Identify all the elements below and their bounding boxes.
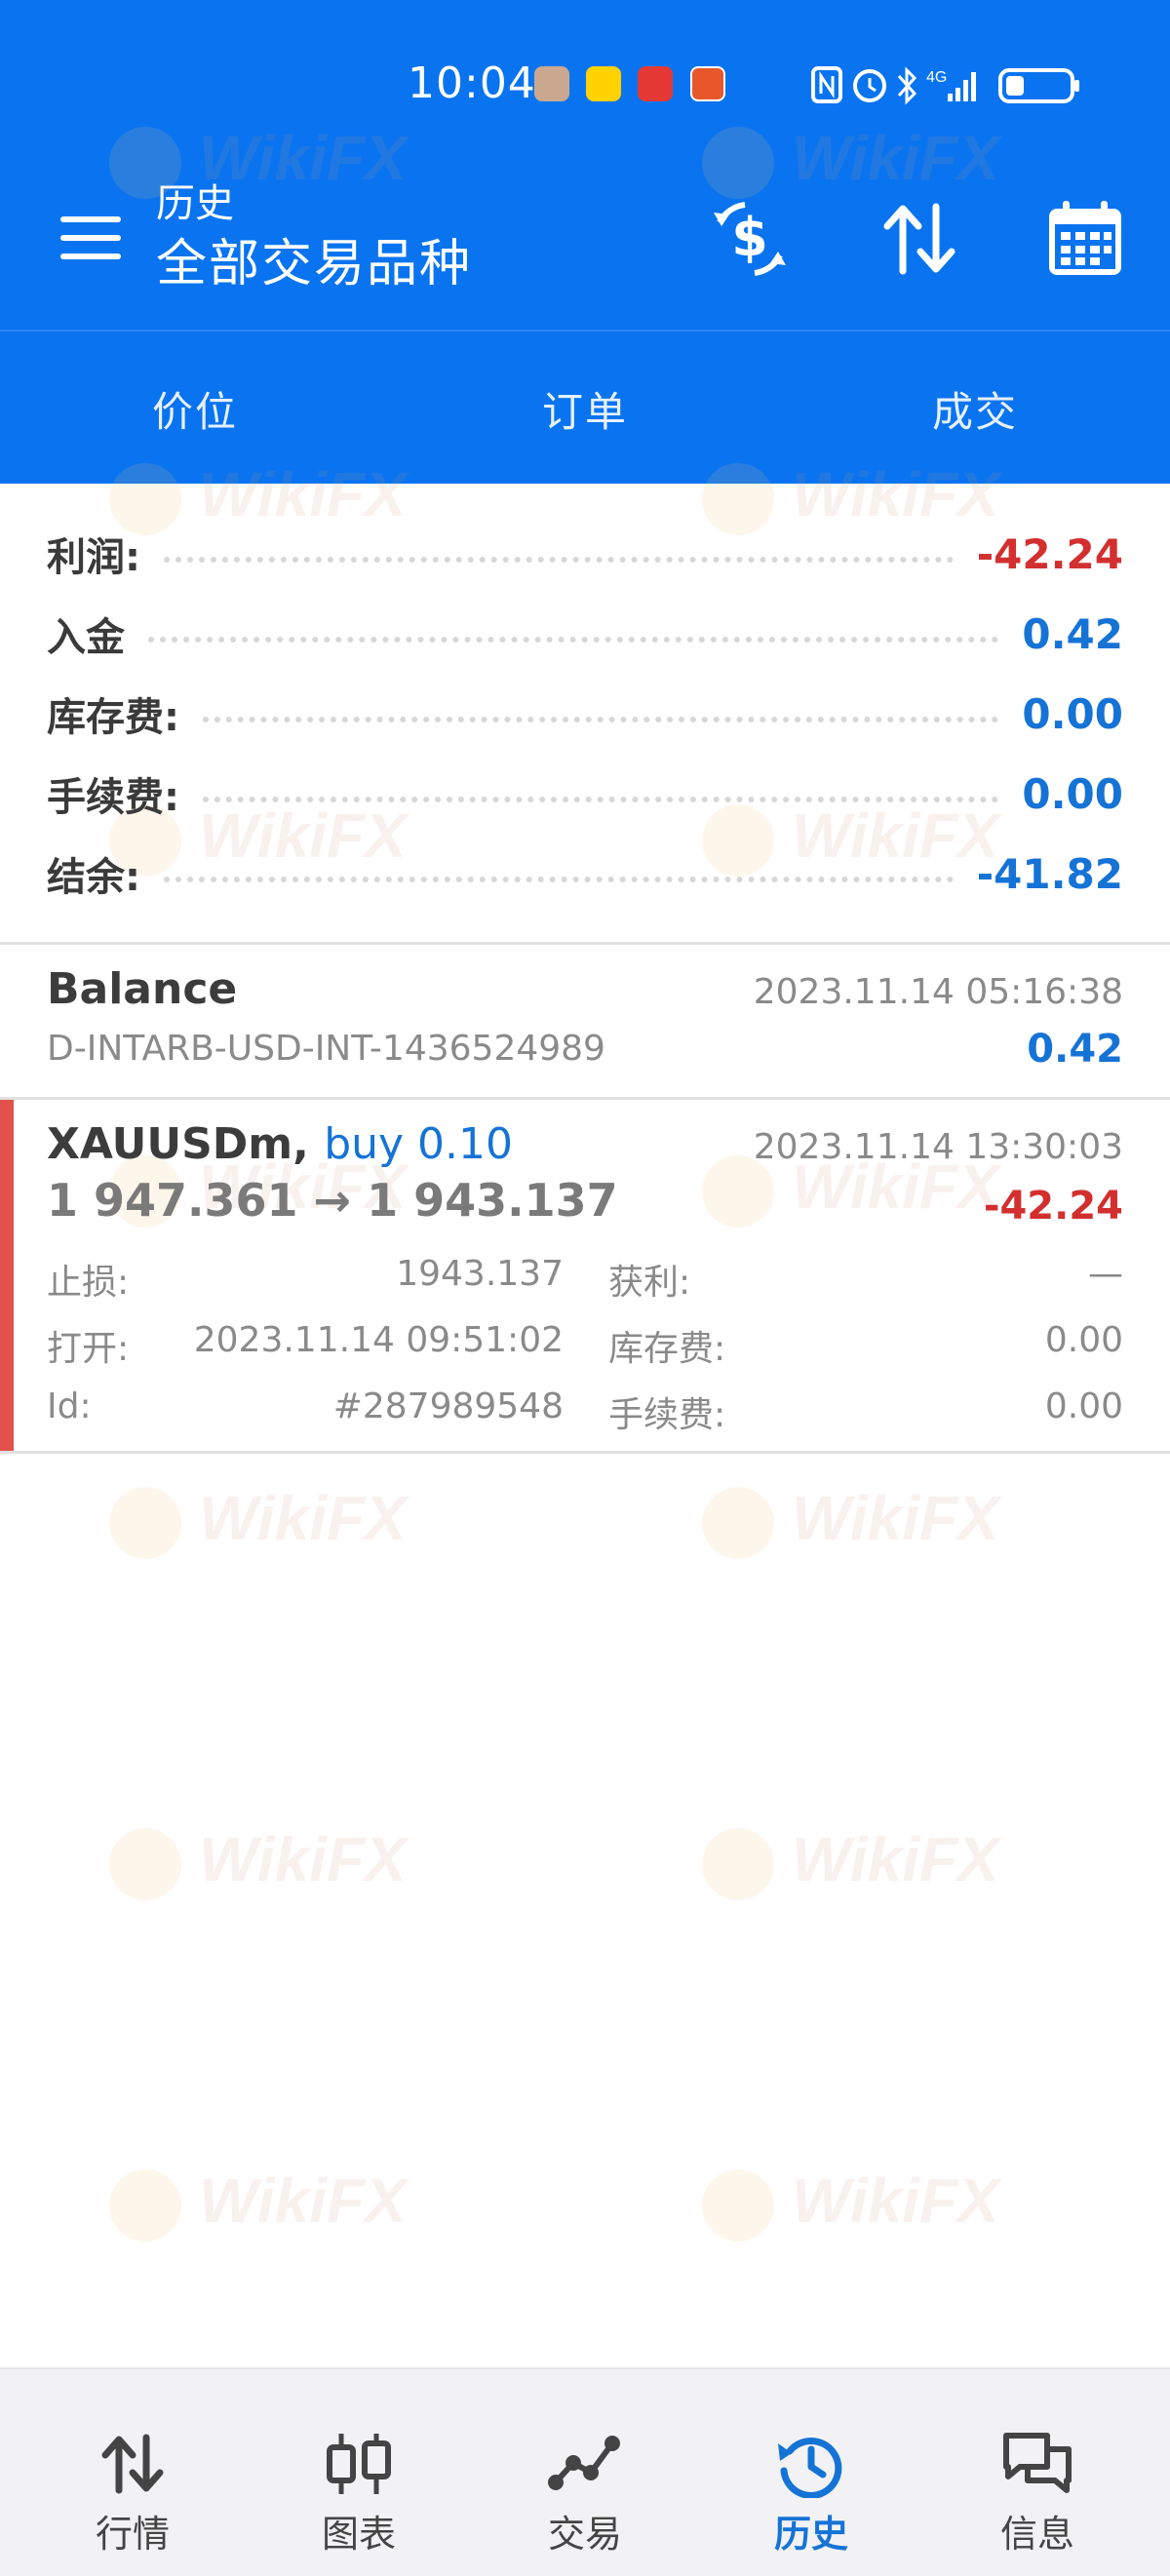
history-summary: 利润: -42.24 入金 0.42 库存费: 0.00 手续费: 0.00 结… xyxy=(0,484,1170,944)
watermark-logo-icon xyxy=(109,2169,181,2243)
summary-profit-value: -42.24 xyxy=(976,529,1123,578)
nav-chart[interactable]: 图表 xyxy=(242,2369,476,2576)
history-item-datetime: 2023.11.14 05:16:38 xyxy=(753,972,1123,1012)
tab-positions[interactable]: 价位 xyxy=(0,332,390,486)
nav-quotes[interactable]: 行情 xyxy=(16,2369,250,2576)
history-item-amount: 0.42 xyxy=(1027,1027,1123,1072)
deal-commission-label: 手续费: xyxy=(608,1395,726,1435)
trade-icon xyxy=(548,2436,620,2490)
summary-profit-row: 利润: -42.24 xyxy=(47,515,1123,593)
deal-open-label: 打开: xyxy=(47,1329,130,1369)
history-item-comment: D-INTARB-USD-INT-1436524989 xyxy=(47,1029,605,1069)
nav-history[interactable]: 历史 xyxy=(694,2369,928,2576)
deal-swap-value: 0.00 xyxy=(1044,1320,1123,1360)
summary-swap-value: 0.00 xyxy=(1022,689,1123,738)
dotted-leader xyxy=(203,717,999,722)
history-tabs: 价位 订单 成交 xyxy=(0,330,1170,486)
deal-id-label: Id: xyxy=(47,1386,92,1426)
deal-open-value: 2023.11.14 09:51:02 xyxy=(193,1320,564,1360)
history-item-title: Balance xyxy=(47,964,238,1014)
summary-commission-row: 手续费: 0.00 xyxy=(47,755,1123,833)
history-item-deal[interactable]: XAUUSDm, buy 0.10 2023.11.14 13:30:03 1 … xyxy=(0,1100,1170,1451)
watermark: WikiFX xyxy=(702,1823,999,1901)
summary-deposit-label: 入金 xyxy=(47,615,125,660)
watermark: WikiFX xyxy=(109,1823,407,1901)
calendar-icon[interactable] xyxy=(1041,195,1129,283)
notification-avatar-icon xyxy=(534,66,569,101)
nav-messages-label: 信息 xyxy=(999,2513,1074,2556)
deal-tp-label: 获利: xyxy=(608,1263,691,1303)
app-bar-title: 历史 全部交易品种 xyxy=(156,177,472,298)
menu-icon[interactable] xyxy=(60,216,121,261)
summary-balance-label: 结余: xyxy=(47,855,140,900)
notification-app-icon xyxy=(638,66,673,101)
watermark: WikiFX xyxy=(109,2165,407,2243)
summary-swap-row: 库存费: 0.00 xyxy=(47,675,1123,753)
deal-prices: 1 947.361 → 1 943.137 xyxy=(47,1174,618,1227)
summary-profit-label: 利润: xyxy=(47,535,140,580)
deal-side-volume: buy 0.10 xyxy=(324,1119,513,1169)
notification-app2-icon xyxy=(690,66,725,101)
watermark-logo-icon xyxy=(109,1828,181,1901)
summary-commission-label: 手续费: xyxy=(47,775,179,820)
tab-orders[interactable]: 订单 xyxy=(390,332,780,486)
divider xyxy=(0,1451,1170,1454)
summary-balance-row: 结余: -41.82 xyxy=(47,835,1123,913)
svg-text:$: $ xyxy=(731,207,768,268)
summary-deposit-value: 0.42 xyxy=(1022,609,1123,658)
watermark: WikiFX xyxy=(702,2165,999,2243)
quotes-icon xyxy=(101,2434,164,2494)
deal-symbol-line: XAUUSDm, buy 0.10 xyxy=(47,1119,513,1169)
dotted-leader xyxy=(164,557,954,563)
watermark: WikiFX xyxy=(109,1482,407,1560)
dotted-leader xyxy=(148,637,999,643)
deal-id-value: #287989548 xyxy=(332,1386,564,1426)
sort-icon[interactable] xyxy=(876,195,963,283)
deal-tp-value: — xyxy=(1088,1254,1123,1294)
currency-exchange-icon[interactable]: $ xyxy=(706,195,794,283)
loss-indicator-bar xyxy=(0,1100,14,1451)
nav-trade[interactable]: 交易 xyxy=(468,2369,702,2576)
dotted-leader xyxy=(164,877,954,882)
dotted-leader xyxy=(203,797,999,802)
nav-trade-label: 交易 xyxy=(547,2513,622,2556)
summary-swap-label: 库存费: xyxy=(47,695,179,740)
deal-sl-label: 止损: xyxy=(47,1263,130,1303)
history-item-balance[interactable]: Balance 2023.11.14 05:16:38 D-INTARB-USD… xyxy=(0,945,1170,1097)
watermark-logo-icon xyxy=(702,2169,774,2243)
deal-commission-value: 0.00 xyxy=(1044,1386,1123,1426)
nav-messages[interactable]: 信息 xyxy=(920,2369,1154,2576)
symbol-filter-title[interactable]: 全部交易品种 xyxy=(156,230,472,298)
deal-swap-label: 库存费: xyxy=(608,1329,726,1369)
nav-chart-label: 图表 xyxy=(321,2513,396,2556)
summary-commission-value: 0.00 xyxy=(1022,769,1123,818)
summary-deposit-row: 入金 0.42 xyxy=(47,595,1123,673)
app-bar-subtitle: 历史 xyxy=(156,181,234,226)
chart-icon xyxy=(327,2434,391,2494)
history-icon xyxy=(778,2437,842,2498)
messages-icon xyxy=(1003,2433,1072,2493)
deal-symbol: XAUUSDm, xyxy=(47,1119,309,1169)
watermark-logo-icon xyxy=(702,1828,774,1901)
status-clock: 10:04 xyxy=(408,59,536,108)
notification-meituan-icon xyxy=(586,66,621,101)
watermark-logo-icon xyxy=(702,1487,774,1560)
nav-quotes-label: 行情 xyxy=(95,2513,170,2556)
deal-sl-value: 1943.137 xyxy=(396,1254,564,1294)
nav-history-label: 历史 xyxy=(773,2513,848,2556)
system-status-icons: 4G xyxy=(811,66,1079,105)
bottom-navigation: 行情 图表 交易 历史 信息 xyxy=(0,2367,1170,2576)
watermark: WikiFX xyxy=(702,1482,999,1560)
watermark-logo-icon xyxy=(109,1487,181,1560)
svg-text:4G: 4G xyxy=(926,69,947,86)
header: 10:04 4G 历史 全部交易品种 $ 价位 订单 成交 xyxy=(0,0,1170,484)
deal-datetime: 2023.11.14 13:30:03 xyxy=(753,1127,1123,1167)
status-bar: 10:04 4G xyxy=(0,0,1170,171)
deal-profit: -42.24 xyxy=(983,1184,1123,1229)
tab-deals[interactable]: 成交 xyxy=(780,332,1170,486)
summary-balance-value: -41.82 xyxy=(976,849,1123,898)
